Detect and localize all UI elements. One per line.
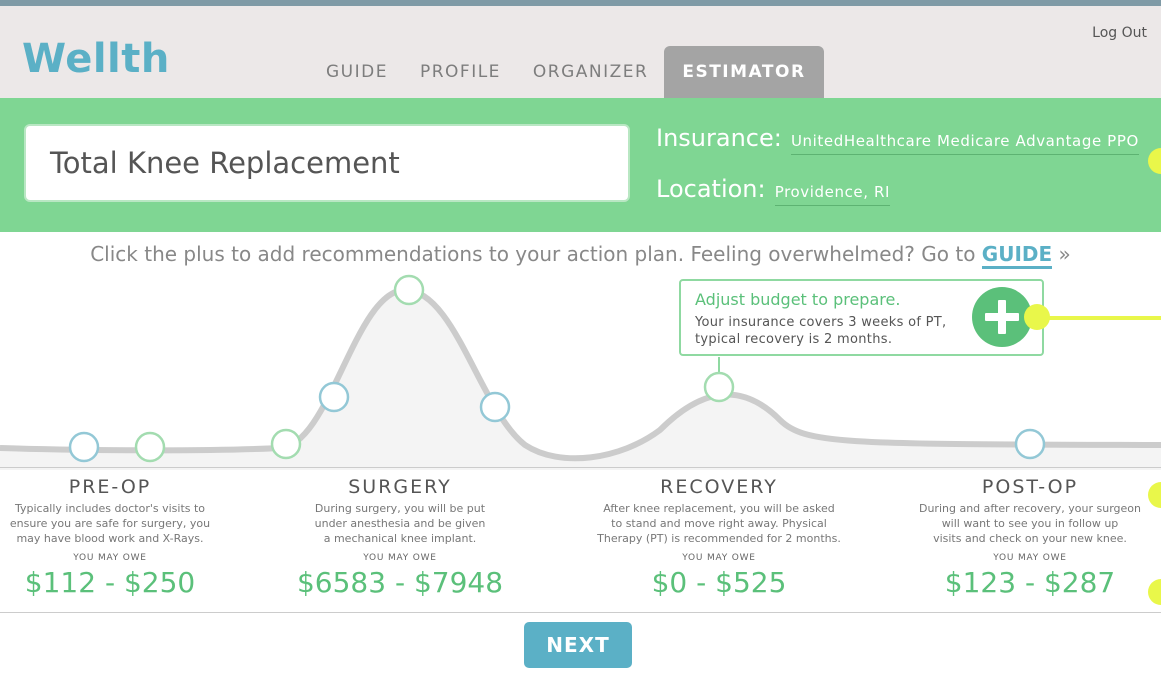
tab-profile[interactable]: PROFILE xyxy=(404,46,517,98)
logout-link[interactable]: Log Out xyxy=(1092,25,1147,41)
guide-link[interactable]: GUIDE xyxy=(981,242,1053,269)
wellth-logo[interactable]: Wellth xyxy=(22,36,170,82)
phase-surgery: SURGERY During surgery, you will be put … xyxy=(290,476,510,599)
phase-title: PRE-OP xyxy=(68,476,152,498)
main-nav: GUIDE PROFILE ORGANIZER ESTIMATOR xyxy=(310,46,824,98)
phase-recovery: RECOVERY After knee replacement, you wil… xyxy=(589,476,849,599)
phase-owe-label: YOU MAY OWE xyxy=(993,553,1067,563)
timeline-baseline-divider xyxy=(0,467,1161,468)
phase-price: $6583 - $7948 xyxy=(296,566,504,599)
phase-title: SURGERY xyxy=(348,476,452,498)
footer-divider xyxy=(0,612,1161,613)
phase-postop: POST-OP During and after recovery, your … xyxy=(905,476,1155,599)
callout-title: Adjust budget to prepare. xyxy=(695,290,901,309)
phase-owe-label: YOU MAY OWE xyxy=(363,553,437,563)
insurance-label: Insurance: xyxy=(656,124,782,152)
surgery-node-3[interactable] xyxy=(393,274,425,306)
plus-highlight-dot xyxy=(1024,304,1050,330)
next-button[interactable]: NEXT xyxy=(524,622,632,668)
phase-description: During surgery, you will be put under an… xyxy=(314,502,486,545)
surgery-node-2[interactable] xyxy=(318,381,350,413)
guide-arrow: » xyxy=(1058,242,1071,266)
phase-price: $123 - $287 xyxy=(944,566,1116,599)
phase-title: RECOVERY xyxy=(660,476,778,498)
surgery-node-1[interactable] xyxy=(270,428,302,460)
phase-owe-label: YOU MAY OWE xyxy=(73,553,147,563)
postop-highlight-dot-2 xyxy=(1148,579,1161,605)
insurance-row: Insurance: UnitedHealthcare Medicare Adv… xyxy=(656,124,1139,155)
recovery-node[interactable] xyxy=(703,371,735,403)
callout-body: Your insurance covers 3 weeks of PT, typ… xyxy=(695,315,947,347)
preop-node-2[interactable] xyxy=(134,431,166,463)
header: Wellth Log Out GUIDE PROFILE ORGANIZER E… xyxy=(0,6,1161,98)
instruction-body: Click the plus to add recommendations to… xyxy=(90,242,976,266)
phase-description: After knee replacement, you will be aske… xyxy=(597,502,841,545)
surgery-node-4[interactable] xyxy=(479,391,511,423)
tab-guide[interactable]: GUIDE xyxy=(310,46,404,98)
phase-price: $112 - $250 xyxy=(24,566,196,599)
phase-title: POST-OP xyxy=(981,476,1079,498)
phase-price: $0 - $525 xyxy=(651,566,787,599)
phase-description: During and after recovery, your surgeon … xyxy=(918,502,1142,545)
phase-preop: PRE-OP Typically includes doctor's visit… xyxy=(5,476,215,599)
tab-estimator[interactable]: ESTIMATOR xyxy=(664,46,824,98)
location-value[interactable]: Providence, RI xyxy=(774,183,891,206)
phase-owe-label: YOU MAY OWE xyxy=(682,553,756,563)
instruction-text: Click the plus to add recommendations to… xyxy=(0,242,1161,269)
location-label: Location: xyxy=(656,175,766,203)
postop-node[interactable] xyxy=(1014,428,1046,460)
procedure-banner: Total Knee Replacement Insurance: United… xyxy=(0,98,1161,232)
procedure-field[interactable]: Total Knee Replacement xyxy=(24,124,630,202)
plus-icon[interactable] xyxy=(972,287,1032,347)
phase-description: Typically includes doctor's visits to en… xyxy=(9,502,211,545)
preop-node-1[interactable] xyxy=(68,431,100,463)
tab-organizer[interactable]: ORGANIZER xyxy=(517,46,664,98)
insurance-value[interactable]: UnitedHealthcare Medicare Advantage PPO xyxy=(790,132,1139,155)
location-row: Location: Providence, RI xyxy=(656,175,891,206)
